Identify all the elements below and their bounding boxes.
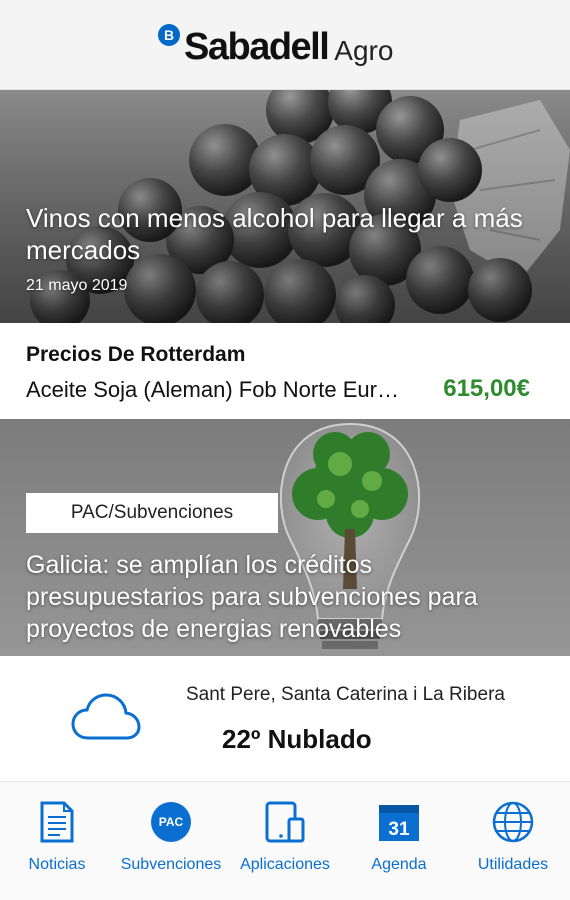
cloud-icon [71, 693, 141, 740]
calendar-day: 31 [388, 819, 410, 840]
featured-news-card[interactable]: Vinos con menos alcohol para llegar a má… [0, 90, 570, 323]
category-tag[interactable]: PAC/Subvenciones [26, 493, 278, 533]
prices-title: Precios De Rotterdam [26, 343, 246, 366]
nav-label: Agenda [371, 856, 427, 873]
nav-label: Noticias [28, 856, 86, 873]
weather-location: Sant Pere, Santa Caterina i La Ribera [186, 684, 505, 705]
featured-news-title: Vinos con menos alcohol para llegar a má… [26, 203, 523, 265]
nav-label: Aplicaciones [240, 856, 330, 873]
nav-label: Subvenciones [120, 856, 222, 873]
app-header: B Sabadell Agro [0, 0, 570, 90]
pac-icon: PAC [149, 800, 193, 844]
nav-subvenciones[interactable]: PAC Subvenciones [114, 782, 228, 900]
weather-temperature: 22º Nublado [222, 724, 372, 754]
brand-name: Sabadell [184, 26, 330, 68]
devices-icon [263, 800, 307, 844]
weather-widget[interactable]: Sant Pere, Santa Caterina i La Ribera 22… [0, 656, 570, 781]
featured-news-date: 21 mayo 2019 [26, 277, 128, 294]
price-item-name: Aceite Soja (Aleman) Fob Norte Europa [26, 377, 406, 402]
nav-aplicaciones[interactable]: Aplicaciones [228, 782, 342, 900]
document-icon [35, 800, 79, 844]
brand-mark-icon: B [158, 24, 180, 46]
price-value: 615,00€ [443, 375, 530, 402]
sabadell-agro-logo: B Sabadell Agro [158, 22, 393, 66]
nav-agenda[interactable]: 31 Agenda [342, 782, 456, 900]
rotterdam-prices-card[interactable]: Precios De Rotterdam Aceite Soja (Aleman… [0, 323, 570, 419]
pac-badge: PAC [151, 802, 191, 842]
calendar-icon: 31 [377, 800, 421, 844]
nav-noticias[interactable]: Noticias [0, 782, 114, 900]
subsidies-news-card[interactable]: PAC/Subvenciones Galicia: se amplían los… [0, 419, 570, 656]
brand-subtitle: Agro [334, 35, 394, 66]
nav-label: Utilidades [477, 856, 549, 873]
bottom-navigation: Noticias PAC Subvenciones Aplicaciones 3… [0, 781, 570, 900]
globe-icon [491, 800, 535, 844]
subsidies-news-title: Galicia: se amplían los créditos presupu… [26, 551, 478, 643]
nav-utilidades[interactable]: Utilidades [456, 782, 570, 900]
